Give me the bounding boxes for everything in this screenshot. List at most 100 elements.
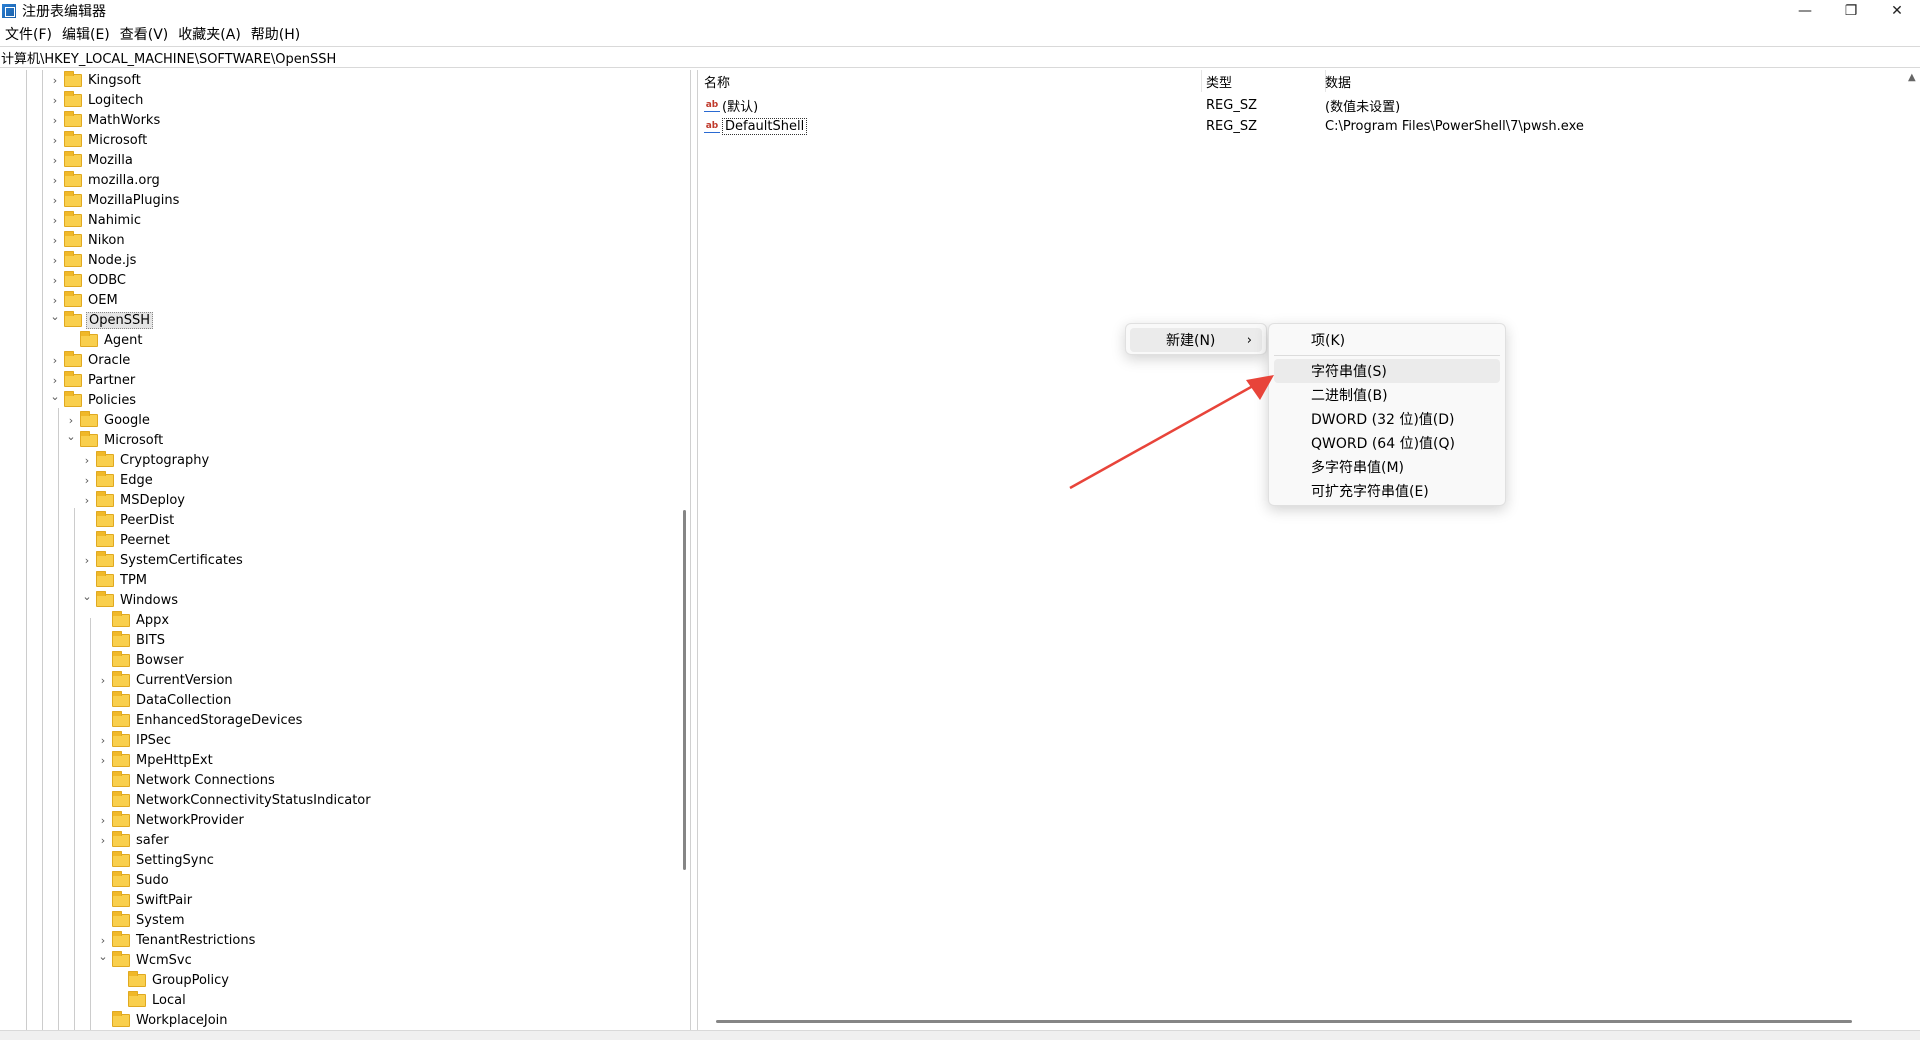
submenu-expandable-string-value[interactable]: 可扩充字符串值(E) bbox=[1274, 479, 1500, 503]
chevron-right-icon[interactable]: › bbox=[98, 730, 108, 750]
tree-node[interactable]: PeerDist bbox=[82, 510, 176, 530]
tree-node[interactable]: SettingSync bbox=[98, 850, 216, 870]
tree-node[interactable]: › ODBC bbox=[50, 270, 128, 290]
tree-node[interactable]: › Edge bbox=[82, 470, 155, 490]
menu-view[interactable]: 查看(V) bbox=[115, 24, 174, 44]
value-row-default[interactable]: ab (默认) bbox=[704, 95, 758, 115]
chevron-right-icon[interactable]: › bbox=[50, 210, 60, 230]
tree-node[interactable]: › MozillaPlugins bbox=[50, 190, 181, 210]
chevron-right-icon[interactable]: › bbox=[50, 90, 60, 110]
chevron-right-icon[interactable]: › bbox=[50, 230, 60, 250]
menu-help[interactable]: 帮助(H) bbox=[246, 24, 305, 44]
tree-node[interactable]: › Mozilla bbox=[50, 150, 135, 170]
tree-node[interactable]: ⌄ Windows bbox=[82, 590, 180, 610]
tree-node[interactable]: › MathWorks bbox=[50, 110, 162, 130]
tree-node[interactable]: › Nahimic bbox=[50, 210, 143, 230]
tree-node[interactable]: › Kingsoft bbox=[50, 70, 143, 90]
value-list-pane[interactable]: 名称 类型 数据 ab (默认) REG_SZ (数值未设置) ab Defau… bbox=[697, 70, 1920, 1030]
chevron-right-icon[interactable]: › bbox=[82, 470, 92, 490]
tree-node[interactable]: EnhancedStorageDevices bbox=[98, 710, 304, 730]
list-horizontal-scrollbar[interactable] bbox=[716, 1020, 1852, 1023]
chevron-right-icon[interactable]: › bbox=[66, 410, 76, 430]
tree-node[interactable]: Agent bbox=[66, 330, 144, 350]
chevron-right-icon[interactable]: › bbox=[50, 290, 60, 310]
tree-node[interactable]: › MSDeploy bbox=[82, 490, 187, 510]
chevron-right-icon[interactable]: › bbox=[50, 170, 60, 190]
chevron-down-icon[interactable]: ⌄ bbox=[98, 950, 108, 970]
chevron-down-icon[interactable]: ⌄ bbox=[50, 390, 60, 410]
column-header-data[interactable]: 数据 bbox=[1325, 70, 1905, 92]
tree-node[interactable]: BITS bbox=[98, 630, 167, 650]
submenu-dword-value[interactable]: DWORD (32 位)值(D) bbox=[1274, 407, 1500, 431]
tree-node[interactable]: Sudo bbox=[98, 870, 171, 890]
list-scroll-up-arrow-icon[interactable]: ▲ bbox=[1908, 72, 1916, 83]
tree-node[interactable]: ⌄ OpenSSH bbox=[50, 310, 154, 330]
submenu-multistring-value[interactable]: 多字符串值(M) bbox=[1274, 455, 1500, 479]
chevron-right-icon[interactable]: › bbox=[50, 130, 60, 150]
tree-node[interactable]: Appx bbox=[98, 610, 171, 630]
chevron-down-icon[interactable]: ⌄ bbox=[82, 590, 92, 610]
value-row-defaultshell[interactable]: ab DefaultShell bbox=[704, 116, 808, 136]
key-tree-pane[interactable]: › Kingsoft › Logitech › MathWorks › Microsoft › M… bbox=[0, 70, 691, 1030]
tree-node[interactable]: › Partner bbox=[50, 370, 137, 390]
tree-node[interactable]: › SystemCertificates bbox=[82, 550, 245, 570]
address-bar[interactable]: 计算机\HKEY_LOCAL_MACHINE\SOFTWARE\OpenSSH bbox=[0, 46, 1920, 68]
tree-node[interactable]: › Node.js bbox=[50, 250, 138, 270]
tree-node[interactable]: DataCollection bbox=[98, 690, 233, 710]
tree-node[interactable]: › Cryptography bbox=[82, 450, 211, 470]
column-header-name[interactable]: 名称 bbox=[704, 70, 1202, 92]
tree-node[interactable]: SwiftPair bbox=[98, 890, 194, 910]
minimize-button[interactable]: — bbox=[1782, 0, 1828, 22]
chevron-right-icon[interactable]: › bbox=[82, 490, 92, 510]
chevron-right-icon[interactable]: › bbox=[98, 930, 108, 950]
tree-node[interactable]: Peernet bbox=[82, 530, 172, 550]
tree-node[interactable]: › Nikon bbox=[50, 230, 127, 250]
chevron-right-icon[interactable]: › bbox=[98, 810, 108, 830]
chevron-right-icon[interactable]: › bbox=[50, 190, 60, 210]
chevron-right-icon[interactable]: › bbox=[50, 350, 60, 370]
column-header-type[interactable]: 类型 bbox=[1206, 70, 1326, 92]
tree-node[interactable]: › OEM bbox=[50, 290, 120, 310]
tree-node[interactable]: Network Connections bbox=[98, 770, 277, 790]
menu-file[interactable]: 文件(F) bbox=[0, 24, 57, 44]
tree-node[interactable]: › Microsoft bbox=[50, 130, 149, 150]
tree-node[interactable]: System bbox=[98, 910, 186, 930]
context-menu-new[interactable]: 新建(N) › bbox=[1130, 328, 1262, 352]
tree-vertical-scrollbar[interactable] bbox=[683, 510, 686, 870]
chevron-right-icon[interactable]: › bbox=[50, 370, 60, 390]
chevron-right-icon[interactable]: › bbox=[50, 70, 60, 90]
chevron-right-icon[interactable]: › bbox=[98, 670, 108, 690]
tree-node[interactable]: › IPSec bbox=[98, 730, 173, 750]
tree-node[interactable]: › TenantRestrictions bbox=[98, 930, 257, 950]
close-button[interactable]: ✕ bbox=[1874, 0, 1920, 22]
maximize-button[interactable]: ❐ bbox=[1828, 0, 1874, 22]
chevron-right-icon[interactable]: › bbox=[50, 110, 60, 130]
tree-node[interactable]: WorkplaceJoin bbox=[98, 1010, 230, 1030]
tree-node[interactable]: › Logitech bbox=[50, 90, 145, 110]
tree-node[interactable]: ⌄ Policies bbox=[50, 390, 138, 410]
chevron-right-icon[interactable]: › bbox=[50, 250, 60, 270]
tree-node[interactable]: › Oracle bbox=[50, 350, 132, 370]
submenu-string-value[interactable]: 字符串值(S) bbox=[1274, 359, 1500, 383]
chevron-right-icon[interactable]: › bbox=[98, 750, 108, 770]
tree-node[interactable]: ⌄ Microsoft bbox=[66, 430, 165, 450]
chevron-right-icon[interactable]: › bbox=[82, 450, 92, 470]
address-path[interactable]: 计算机\HKEY_LOCAL_MACHINE\SOFTWARE\OpenSSH bbox=[1, 48, 336, 67]
tree-node[interactable]: GroupPolicy bbox=[114, 970, 231, 990]
chevron-right-icon[interactable]: › bbox=[82, 550, 92, 570]
menu-edit[interactable]: 编辑(E) bbox=[57, 24, 115, 44]
tree-node[interactable]: › CurrentVersion bbox=[98, 670, 235, 690]
submenu-qword-value[interactable]: QWORD (64 位)值(Q) bbox=[1274, 431, 1500, 455]
tree-node[interactable]: › NetworkProvider bbox=[98, 810, 246, 830]
chevron-right-icon[interactable]: › bbox=[50, 270, 60, 290]
menu-favorites[interactable]: 收藏夹(A) bbox=[173, 24, 246, 44]
tree-node[interactable]: › MpeHttpExt bbox=[98, 750, 215, 770]
tree-node[interactable]: ⌄ WcmSvc bbox=[98, 950, 194, 970]
tree-node[interactable]: Bowser bbox=[98, 650, 186, 670]
chevron-down-icon[interactable]: ⌄ bbox=[50, 310, 60, 330]
tree-node[interactable]: › mozilla.org bbox=[50, 170, 162, 190]
tree-node[interactable]: Local bbox=[114, 990, 188, 1010]
submenu-key[interactable]: 项(K) bbox=[1274, 328, 1500, 352]
tree-node[interactable]: NetworkConnectivityStatusIndicator bbox=[98, 790, 373, 810]
chevron-right-icon[interactable]: › bbox=[50, 150, 60, 170]
